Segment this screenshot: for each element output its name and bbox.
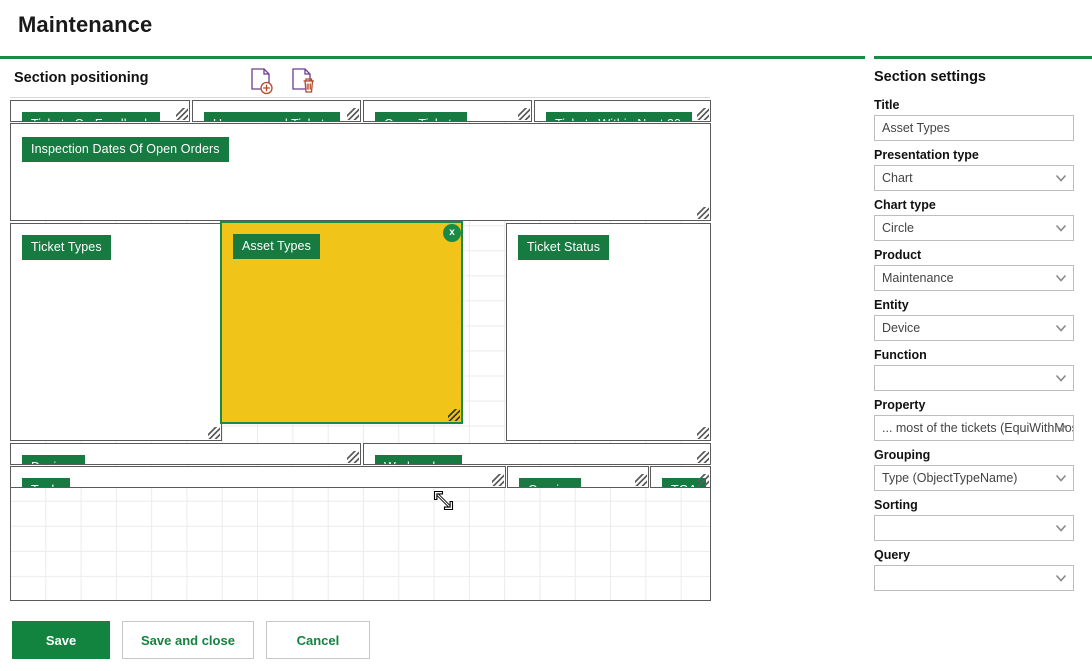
section-settings-form: Title Presentation type Chart Chart type…: [874, 98, 1074, 598]
title-input[interactable]: [875, 116, 1073, 140]
query-select[interactable]: [874, 565, 1074, 591]
resize-grip[interactable]: [697, 451, 709, 463]
resize-grip[interactable]: [635, 474, 647, 486]
add-section-icon[interactable]: [248, 66, 276, 96]
field-product: Product Maintenance: [874, 248, 1074, 291]
property-value: ... most of the tickets (EquiWithMostTic…: [875, 421, 1073, 435]
field-title: Title: [874, 98, 1074, 141]
field-label-title: Title: [874, 98, 1074, 112]
section-box-ticket-status[interactable]: Ticket Status: [506, 223, 711, 441]
field-label-sorting: Sorting: [874, 498, 1074, 512]
field-property: Property ... most of the tickets (EquiWi…: [874, 398, 1074, 441]
section-label: Unprocessed Tickets: [204, 112, 340, 122]
chevron-down-icon: [1055, 572, 1067, 584]
field-label-function: Function: [874, 348, 1074, 362]
function-select[interactable]: [874, 365, 1074, 391]
section-box-tga[interactable]: TGA: [650, 466, 711, 488]
resize-grip[interactable]: [347, 108, 359, 120]
section-label: Work orders: [375, 455, 462, 465]
header-rule-left: [0, 56, 865, 59]
field-label-query: Query: [874, 548, 1074, 562]
section-toolbar: [248, 66, 318, 96]
save-and-close-button[interactable]: Save and close: [122, 621, 254, 659]
section-box-devices[interactable]: Devices: [10, 443, 361, 465]
field-label-grouping: Grouping: [874, 448, 1074, 462]
grouping-select[interactable]: Type (ObjectTypeName): [874, 465, 1074, 491]
section-box-open-tickets[interactable]: Open Tickets: [363, 100, 532, 122]
section-box-unprocessed-tickets[interactable]: Unprocessed Tickets: [192, 100, 361, 122]
chart-type-select[interactable]: Circle: [874, 215, 1074, 241]
section-box-empty-bottom[interactable]: [10, 488, 711, 601]
resize-grip[interactable]: [492, 474, 504, 486]
footer-actions: Save Save and close Cancel: [12, 621, 370, 659]
chevron-down-icon: [1055, 372, 1067, 384]
section-settings-heading: Section settings: [874, 69, 986, 85]
field-presentation-type: Presentation type Chart: [874, 148, 1074, 191]
presentation-type-value: Chart: [875, 171, 1073, 185]
resize-grip[interactable]: [697, 427, 709, 439]
section-positioning-heading: Section positioning: [14, 70, 149, 86]
field-chart-type: Chart type Circle: [874, 198, 1074, 241]
section-box-ticket-types[interactable]: Ticket Types: [10, 223, 222, 441]
property-select[interactable]: ... most of the tickets (EquiWithMostTic…: [874, 415, 1074, 441]
presentation-type-select[interactable]: Chart: [874, 165, 1074, 191]
section-label: Ticket Status: [518, 235, 609, 260]
section-box-asset-types-selected[interactable]: Asset Types: [220, 221, 463, 424]
field-label-entity: Entity: [874, 298, 1074, 312]
title-input-wrap[interactable]: [874, 115, 1074, 141]
field-label-product: Product: [874, 248, 1074, 262]
entity-select[interactable]: Device: [874, 315, 1074, 341]
section-box-work-orders[interactable]: Work orders: [363, 443, 711, 465]
field-sorting: Sorting: [874, 498, 1074, 541]
resize-grip[interactable]: [208, 427, 220, 439]
product-value: Maintenance: [875, 271, 1073, 285]
header-divider: [10, 97, 710, 98]
section-label: Tickets On Feedback: [22, 112, 160, 122]
sorting-select[interactable]: [874, 515, 1074, 541]
resize-grip[interactable]: [697, 474, 709, 486]
entity-value: Device: [875, 321, 1073, 335]
resize-grip[interactable]: [697, 207, 709, 219]
section-label: Devices: [22, 455, 85, 465]
section-label: Inspection Dates Of Open Orders: [22, 137, 229, 162]
resize-grip[interactable]: [518, 108, 530, 120]
field-label-chart-type: Chart type: [874, 198, 1074, 212]
section-box-tools[interactable]: Tools: [10, 466, 506, 488]
section-box-tickets-on-feedback[interactable]: Tickets On Feedback: [10, 100, 190, 122]
section-label: Tools: [22, 478, 70, 488]
section-label: Asset Types: [233, 234, 320, 259]
field-label-presentation-type: Presentation type: [874, 148, 1074, 162]
section-box-tickets-within-next-30-days[interactable]: Tickets Within Next 30 Days: [534, 100, 711, 122]
section-positioning-editor: Maintenance Section positioning: [0, 0, 1092, 671]
section-label: Open Tickets: [375, 112, 467, 122]
resize-grip[interactable]: [448, 409, 460, 421]
chart-type-value: Circle: [875, 221, 1073, 235]
resize-grip[interactable]: [176, 108, 188, 120]
product-select[interactable]: Maintenance: [874, 265, 1074, 291]
close-icon[interactable]: x: [443, 224, 461, 242]
section-box-queries[interactable]: Queries: [507, 466, 649, 488]
header-rule-right: [874, 56, 1092, 59]
field-entity: Entity Device: [874, 298, 1074, 341]
section-box-inspection-dates-of-open-orders[interactable]: Inspection Dates Of Open Orders: [10, 123, 711, 221]
field-label-property: Property: [874, 398, 1074, 412]
resize-grip[interactable]: [697, 108, 709, 120]
page-title: Maintenance: [18, 12, 152, 38]
section-label: Queries: [519, 478, 581, 488]
section-label: Ticket Types: [22, 235, 111, 260]
field-grouping: Grouping Type (ObjectTypeName): [874, 448, 1074, 491]
save-button[interactable]: Save: [12, 621, 110, 659]
resize-grip[interactable]: [347, 451, 359, 463]
field-function: Function: [874, 348, 1074, 391]
delete-section-icon[interactable]: [290, 66, 318, 96]
grouping-value: Type (ObjectTypeName): [875, 471, 1073, 485]
chevron-down-icon: [1055, 522, 1067, 534]
section-layout-canvas[interactable]: Tickets On Feedback Unprocessed Tickets …: [10, 100, 711, 601]
field-query: Query: [874, 548, 1074, 591]
section-label: Tickets Within Next 30 Days: [546, 112, 692, 122]
cancel-button[interactable]: Cancel: [266, 621, 370, 659]
